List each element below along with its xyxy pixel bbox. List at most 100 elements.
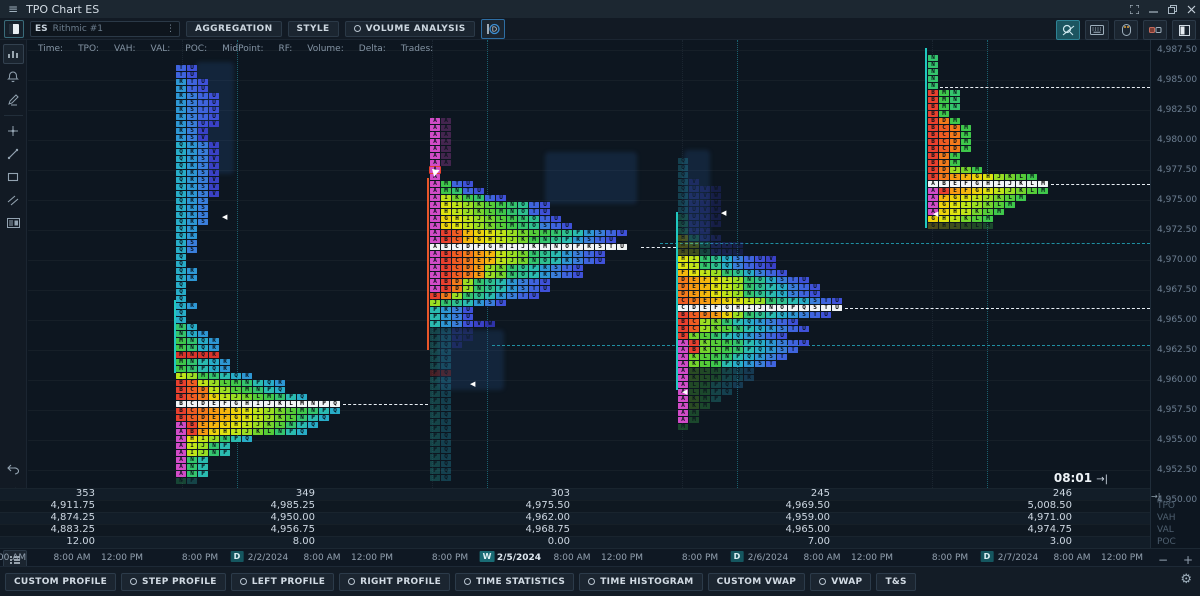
gridline-horizontal (28, 320, 1150, 321)
price-axis-label: 4,962.50 (1157, 345, 1197, 355)
indicator-button-t-s[interactable]: T&S (876, 573, 915, 591)
date-separator-badge[interactable]: W (480, 551, 495, 562)
minimize-icon[interactable] (1149, 5, 1158, 14)
tpo-cell: Q (330, 408, 340, 414)
keyboard-icon-button[interactable] (1085, 20, 1109, 40)
tpo-cell: K (961, 223, 971, 229)
indicator-button-time-statistics[interactable]: TIME STATISTICS (455, 573, 574, 591)
settings-gear-icon[interactable]: ⚙ (1180, 572, 1192, 587)
volume-cloud (545, 152, 637, 204)
stats-value: 0.00 (450, 536, 570, 548)
svg-text:D: D (491, 25, 496, 33)
indicator-dot (130, 578, 137, 585)
volume-analysis-dot (354, 25, 361, 32)
chart-area[interactable]: TUTURTURTURSTURSTURSTURSTURSUVRSVRSVQRSV… (0, 40, 1150, 548)
countdown-arrow-icon: →| (1096, 474, 1108, 485)
info-label: Time: (38, 44, 63, 54)
stats-value: 4,968.75 (450, 524, 570, 536)
time-label: 8:00 AM (54, 553, 91, 563)
stats-value: 4,959.00 (710, 512, 830, 524)
info-label: TPO: (78, 44, 99, 54)
tpo-cell: P (198, 471, 208, 477)
indicator-button-vwap[interactable]: VWAP (810, 573, 871, 591)
indicator-bar: CUSTOM PROFILE STEP PROFILE LEFT PROFILE RI… (0, 566, 1200, 596)
price-axis-label: 4,955.00 (1157, 435, 1197, 445)
indicator-button-custom-profile[interactable]: CUSTOM PROFILE (5, 573, 116, 591)
window-title: TPO Chart ES (26, 3, 99, 16)
session-statistics: 3534,911.754,874.254,883.2512.003494,985… (0, 488, 1150, 548)
instrument-more-icon[interactable]: ⋮ (166, 24, 175, 34)
tpo-cell: L (1027, 188, 1037, 194)
tpo-cell: Q (308, 422, 318, 428)
indicator-dot (819, 578, 826, 585)
stats-value: 4,911.75 (0, 500, 95, 512)
tpo-cell: N (209, 450, 219, 456)
poc-marker-arrow-icon: ◀ (721, 210, 726, 217)
stats-value: 12.00 (0, 536, 95, 548)
stats-value: 8.00 (195, 536, 315, 548)
aggregation-button[interactable]: AGGREGATION (186, 21, 282, 37)
tpo-cell: P (711, 396, 721, 402)
stats-value: 353 (0, 488, 95, 500)
zoom-out-button[interactable]: − (1158, 553, 1168, 567)
tpo-cell: P (231, 436, 241, 442)
tpo-cell: M (1016, 195, 1026, 201)
dom-icon-button[interactable]: D (481, 19, 505, 39)
time-axis[interactable]: − + 00 AM8:00 AM12:00 PM8:00 PMD2/2/2024… (0, 548, 1200, 567)
info-label: Trades: (401, 44, 433, 54)
price-axis-label: 4,965.00 (1157, 315, 1197, 325)
tpo-cell: U (617, 230, 627, 236)
hamburger-menu-icon[interactable]: ≡ (8, 2, 18, 16)
fullscreen-icon[interactable] (1130, 5, 1139, 14)
stats-value: 4,962.00 (450, 512, 570, 524)
tpo-cell: M (1038, 188, 1048, 194)
instrument-symbol: ES (35, 24, 48, 34)
stats-value: 5,008.50 (952, 500, 1072, 512)
info-label: Delta: (359, 44, 386, 54)
stats-value: 4,950.00 (195, 512, 315, 524)
tpo-cell: S (507, 293, 517, 299)
tpo-cell: T (766, 361, 776, 367)
indicator-button-right-profile[interactable]: RIGHT PROFILE (339, 573, 450, 591)
naked-poc-dashed-line (641, 247, 676, 248)
style-button[interactable]: STYLE (288, 21, 339, 37)
panel-layout-icon-button[interactable] (4, 20, 24, 38)
tpo-cell: V (474, 321, 484, 327)
tpo-cell: P (286, 429, 296, 435)
poc-marker-arrow-icon: ◀ (682, 389, 687, 396)
stats-value: 4,971.00 (952, 512, 1072, 524)
gridline-horizontal (28, 290, 1150, 291)
restore-icon[interactable] (1168, 5, 1177, 14)
close-icon[interactable] (1187, 5, 1196, 14)
stats-value: 4,883.25 (0, 524, 95, 536)
time-label: 12:00 PM (1101, 553, 1143, 563)
date-label: 2/2/2024 (248, 553, 288, 563)
date-separator-badge[interactable]: D (731, 551, 744, 562)
indicator-button-time-histogram[interactable]: TIME HISTOGRAM (579, 573, 702, 591)
market-replay-icon-button[interactable] (1143, 20, 1167, 40)
price-axis-label: 4,967.50 (1157, 285, 1197, 295)
time-label: 8:00 AM (304, 553, 341, 563)
tpo-cell: I (950, 223, 960, 229)
naked-poc-dashed-line (343, 404, 428, 405)
panel-right-icon-button[interactable] (1172, 20, 1196, 40)
volume-analysis-button[interactable]: VOLUME ANALYSIS (345, 21, 475, 37)
date-separator-badge[interactable]: D (231, 551, 244, 562)
indicator-button-left-profile[interactable]: LEFT PROFILE (231, 573, 334, 591)
tpo-cell: P (187, 478, 197, 484)
chart-zoom-icon-button[interactable] (1056, 20, 1080, 40)
date-label: 2/6/2024 (748, 553, 788, 563)
price-axis[interactable]: 4,987.504,985.004,982.504,980.004,977.50… (1150, 40, 1200, 548)
date-separator-badge[interactable]: D (981, 551, 994, 562)
tpo-cell: V (452, 342, 462, 348)
tpo-chart-window: ≡ TPO Chart ES ES Rithmic #1 ⋮ AGGREGATI… (0, 0, 1200, 596)
mouse-icon-button[interactable] (1114, 20, 1138, 40)
indicator-button-step-profile[interactable]: STEP PROFILE (121, 573, 226, 591)
tpo-cell: S (755, 361, 765, 367)
indicator-button-custom-vwap[interactable]: CUSTOM VWAP (708, 573, 806, 591)
instrument-selector[interactable]: ES Rithmic #1 ⋮ (30, 21, 180, 37)
zoom-in-button[interactable]: + (1183, 553, 1193, 567)
hover-info-row: Time:TPO:VAH:VAL:POC:MidPoint:RF:Volume:… (38, 44, 433, 54)
stats-value: 4,974.75 (952, 524, 1072, 536)
info-label: Volume: (307, 44, 344, 54)
